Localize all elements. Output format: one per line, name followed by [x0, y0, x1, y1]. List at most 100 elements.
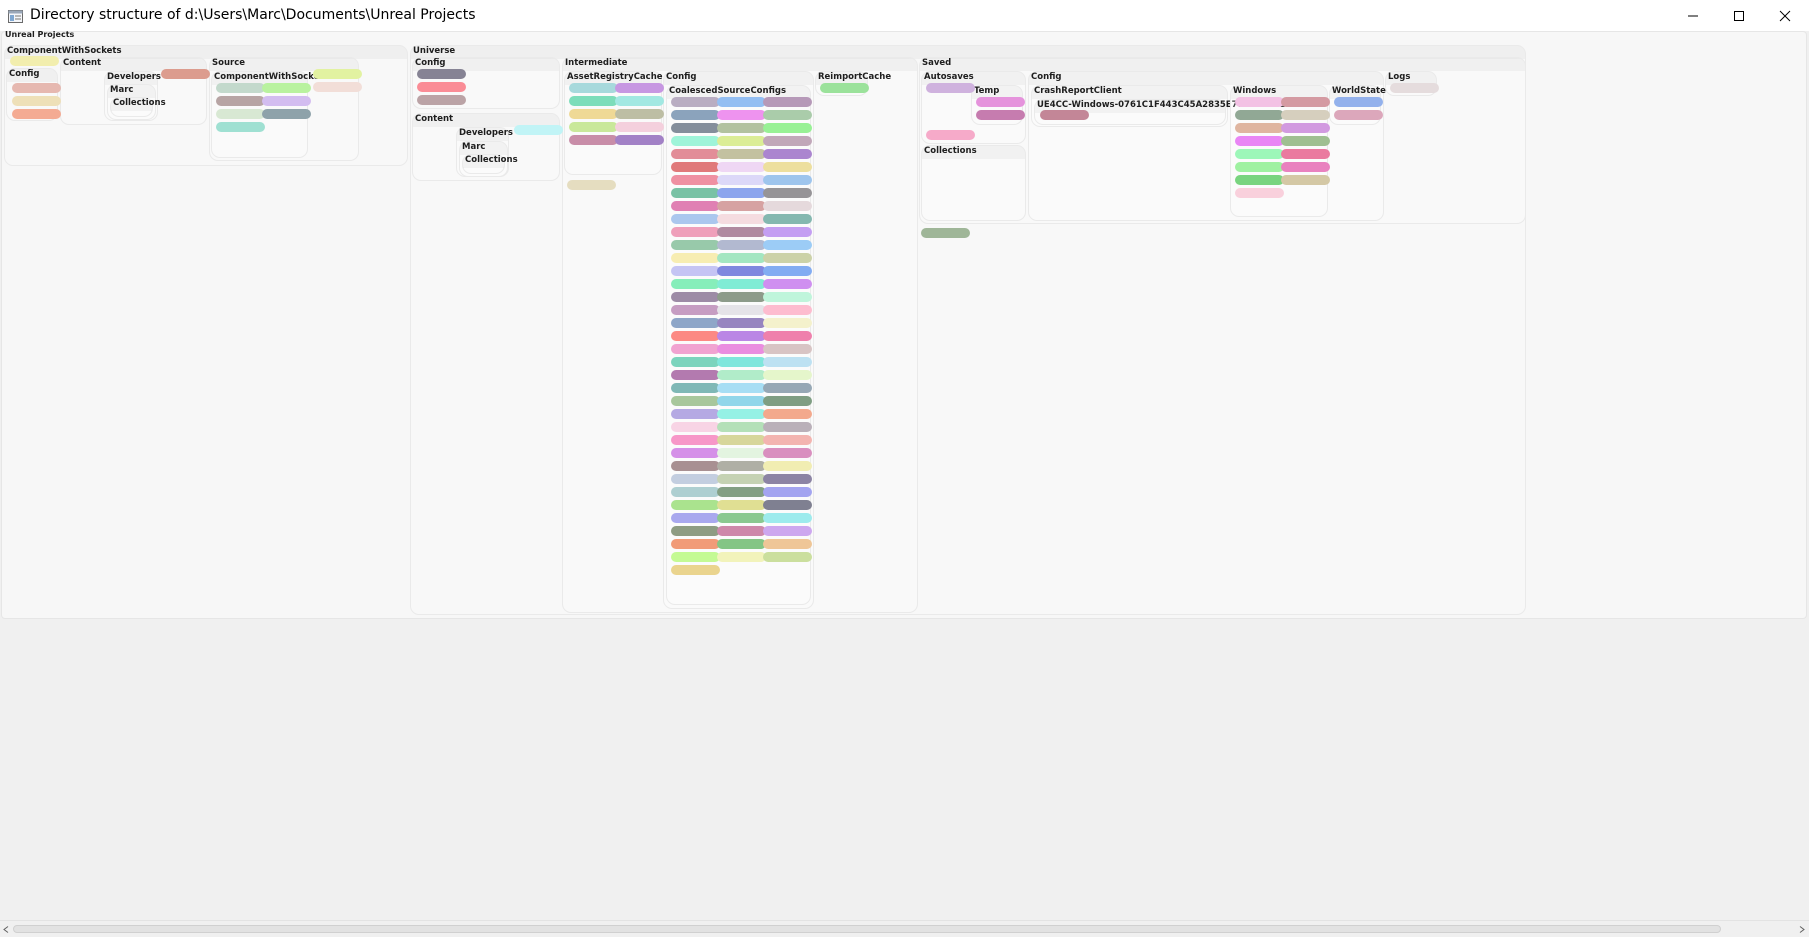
file-tile[interactable]: [1235, 175, 1284, 185]
file-tile[interactable]: [1235, 162, 1284, 172]
file-tile[interactable]: [12, 83, 61, 93]
file-tile[interactable]: [717, 110, 766, 120]
file-tile[interactable]: [417, 69, 466, 79]
file-tile[interactable]: [569, 109, 618, 119]
file-tile[interactable]: [12, 109, 61, 119]
file-tile[interactable]: [763, 539, 812, 549]
file-tile[interactable]: [717, 279, 766, 289]
file-tile[interactable]: [671, 162, 720, 172]
file-tile[interactable]: [671, 175, 720, 185]
file-tile[interactable]: [313, 69, 362, 79]
chevron-left-icon[interactable]: [3, 926, 9, 933]
file-tile[interactable]: [717, 552, 766, 562]
file-tile[interactable]: [1390, 83, 1439, 93]
file-tile[interactable]: [717, 266, 766, 276]
file-tile[interactable]: [976, 110, 1025, 120]
file-tile[interactable]: [671, 110, 720, 120]
file-tile[interactable]: [671, 331, 720, 341]
file-tile[interactable]: [717, 175, 766, 185]
file-tile[interactable]: [763, 279, 812, 289]
file-tile[interactable]: [717, 422, 766, 432]
file-tile[interactable]: [763, 357, 812, 367]
file-tile[interactable]: [1281, 175, 1330, 185]
file-tile[interactable]: [976, 97, 1025, 107]
file-tile[interactable]: [216, 96, 265, 106]
file-tile[interactable]: [671, 201, 720, 211]
file-tile[interactable]: [926, 130, 975, 140]
file-tile[interactable]: [717, 500, 766, 510]
file-tile[interactable]: [671, 526, 720, 536]
file-tile[interactable]: [615, 83, 664, 93]
file-tile[interactable]: [717, 123, 766, 133]
file-tile[interactable]: [717, 539, 766, 549]
chevron-right-icon[interactable]: [1799, 926, 1805, 933]
file-tile[interactable]: [763, 474, 812, 484]
folder-cws-content-developers-marc-collections[interactable]: Collections: [110, 97, 166, 117]
file-tile[interactable]: [717, 331, 766, 341]
file-tile[interactable]: [717, 214, 766, 224]
file-tile[interactable]: [671, 97, 720, 107]
file-tile[interactable]: [763, 227, 812, 237]
file-tile[interactable]: [763, 123, 812, 133]
folder-u-saved-collections[interactable]: Collections: [921, 145, 1026, 221]
file-tile[interactable]: [763, 552, 812, 562]
file-tile[interactable]: [717, 305, 766, 315]
file-tile[interactable]: [717, 253, 766, 263]
file-tile[interactable]: [717, 448, 766, 458]
file-tile[interactable]: [926, 83, 975, 93]
file-tile[interactable]: [717, 370, 766, 380]
file-tile[interactable]: [1281, 149, 1330, 159]
file-tile[interactable]: [717, 487, 766, 497]
file-tile[interactable]: [216, 109, 265, 119]
file-tile[interactable]: [216, 83, 265, 93]
file-tile[interactable]: [763, 435, 812, 445]
file-tile[interactable]: [717, 357, 766, 367]
file-tile[interactable]: [717, 344, 766, 354]
file-tile[interactable]: [717, 162, 766, 172]
scrollbar-thumb[interactable]: [13, 925, 1721, 933]
file-tile[interactable]: [717, 435, 766, 445]
file-tile[interactable]: [820, 83, 869, 93]
file-tile[interactable]: [1235, 149, 1284, 159]
file-tile[interactable]: [717, 461, 766, 471]
file-tile[interactable]: [717, 188, 766, 198]
file-tile[interactable]: [671, 409, 720, 419]
file-tile[interactable]: [763, 383, 812, 393]
file-tile[interactable]: [717, 136, 766, 146]
file-tile[interactable]: [1334, 97, 1383, 107]
file-tile[interactable]: [763, 344, 812, 354]
file-tile[interactable]: [763, 331, 812, 341]
file-tile[interactable]: [921, 228, 970, 238]
file-tile[interactable]: [569, 96, 618, 106]
file-tile[interactable]: [763, 370, 812, 380]
file-tile[interactable]: [671, 149, 720, 159]
file-tile[interactable]: [417, 95, 466, 105]
file-tile[interactable]: [763, 110, 812, 120]
file-tile[interactable]: [763, 396, 812, 406]
file-tile[interactable]: [313, 82, 362, 92]
file-tile[interactable]: [763, 149, 812, 159]
file-tile[interactable]: [671, 279, 720, 289]
file-tile[interactable]: [763, 409, 812, 419]
file-tile[interactable]: [671, 344, 720, 354]
file-tile[interactable]: [569, 135, 618, 145]
maximize-button[interactable]: [1716, 0, 1762, 31]
file-tile[interactable]: [763, 513, 812, 523]
file-tile[interactable]: [671, 539, 720, 549]
file-tile[interactable]: [569, 83, 618, 93]
file-tile[interactable]: [717, 149, 766, 159]
file-tile[interactable]: [717, 227, 766, 237]
file-tile[interactable]: [671, 266, 720, 276]
file-tile[interactable]: [671, 383, 720, 393]
file-tile[interactable]: [1235, 123, 1284, 133]
file-tile[interactable]: [717, 318, 766, 328]
treemap-canvas[interactable]: Unreal Projects ComponentWithSockets Confi…: [0, 31, 1809, 920]
file-tile[interactable]: [1281, 97, 1330, 107]
file-tile[interactable]: [671, 292, 720, 302]
file-tile[interactable]: [569, 122, 618, 132]
file-tile[interactable]: [1235, 188, 1284, 198]
file-tile[interactable]: [671, 227, 720, 237]
file-tile[interactable]: [717, 526, 766, 536]
file-tile[interactable]: [671, 487, 720, 497]
file-tile[interactable]: [671, 318, 720, 328]
